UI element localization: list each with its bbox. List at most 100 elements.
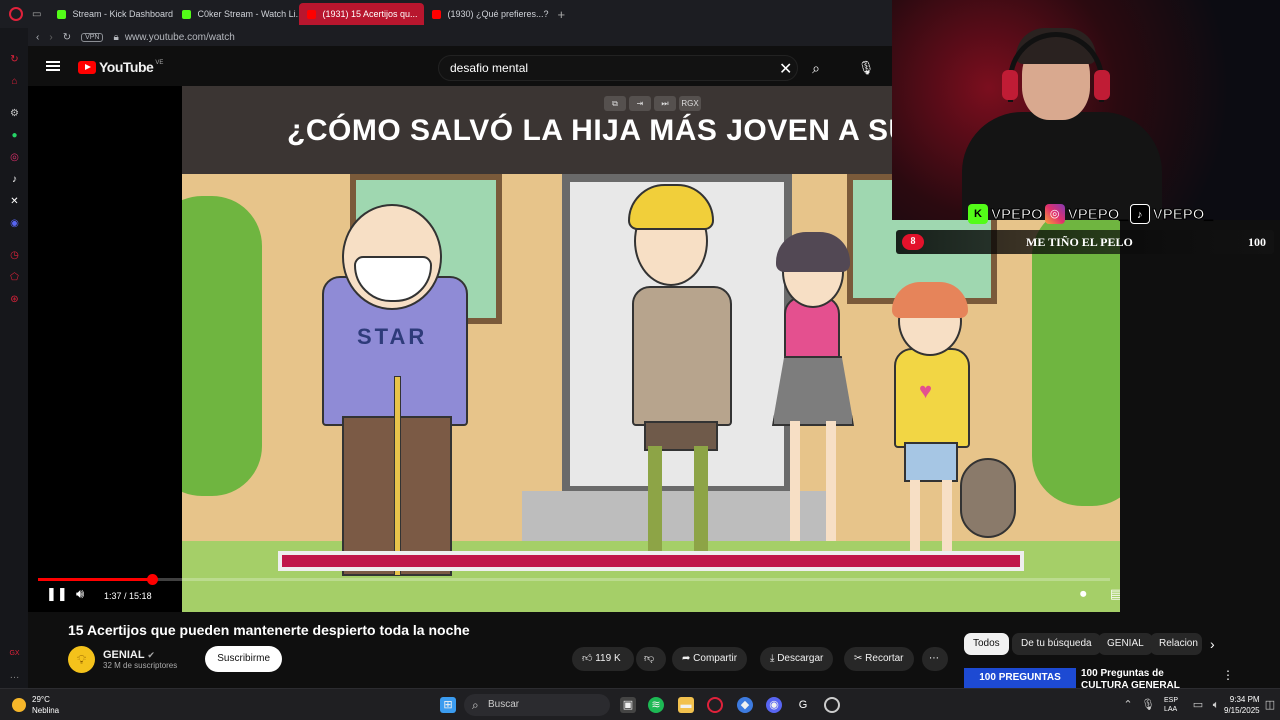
older-girl-hair xyxy=(776,232,850,272)
workspaces-icon[interactable]: ▭ xyxy=(32,9,41,20)
kick-favicon-icon xyxy=(57,9,67,19)
discord-icon[interactable]: ◉ xyxy=(9,218,20,229)
tray-chevron-up-icon[interactable]: ⌃ xyxy=(1120,697,1136,713)
obs-taskbar-icon[interactable] xyxy=(824,697,840,713)
pinboard-icon[interactable]: ⬠ xyxy=(9,272,20,283)
download-button[interactable]: ⤓ Descargar xyxy=(760,647,834,671)
settings-gear-icon[interactable]: ⚙ xyxy=(9,108,20,119)
history-clock-icon[interactable]: ◷ xyxy=(9,250,20,261)
windows-start-icon[interactable]: ⊞ xyxy=(440,697,456,713)
instagram-handle: ◎ VPEPO_ xyxy=(1044,204,1128,224)
goal-label: ME TIÑO EL PELO xyxy=(1026,235,1133,249)
video-tools: ⧉ ⇥ ⏭ RGX xyxy=(604,96,704,111)
instagram-logo-icon: ◎ xyxy=(1044,204,1065,224)
search-button[interactable]: ⌕ xyxy=(800,55,832,81)
app-g-taskbar-icon[interactable]: G xyxy=(795,697,811,713)
channel-name[interactable]: GENIAL ✔ xyxy=(103,649,177,661)
skip-icon[interactable]: ⏭ xyxy=(654,96,676,111)
youtube-header: YouTube VE ✕ ⌕ 🎙︎ xyxy=(28,46,892,86)
recommendation-menu-icon[interactable]: ⋮ xyxy=(1222,668,1234,682)
youtube-favicon-icon xyxy=(307,9,317,19)
subtitles-icon[interactable]: ▤ xyxy=(1110,586,1120,602)
url-text[interactable]: www.youtube.com/watch xyxy=(125,32,235,43)
tab-kick-dashboard[interactable]: Stream - Kick Dashboard xyxy=(49,3,174,25)
chip-genial[interactable]: GENIAL xyxy=(1098,633,1153,655)
vpn-badge[interactable]: VPN xyxy=(81,32,104,42)
autoplay-toggle-icon[interactable]: ⏺ xyxy=(1080,586,1087,602)
scissors-icon: ✂ xyxy=(854,653,863,664)
reload-icon[interactable]: ↻ xyxy=(63,32,71,43)
channel-avatar[interactable]: 💡︎ xyxy=(68,645,95,673)
dislike-button[interactable]: 👎︎ xyxy=(636,647,666,671)
gx-corner-icon[interactable]: ⌂ xyxy=(9,76,20,87)
more-actions-button[interactable]: ⋯ xyxy=(922,647,948,671)
aria-icon[interactable]: ↻ xyxy=(9,54,20,65)
pause-icon[interactable]: ❚❚ xyxy=(46,586,68,602)
more-dots-icon[interactable]: … xyxy=(9,670,20,681)
headset-ear-right xyxy=(1094,70,1110,100)
forward-arrow-icon[interactable]: › xyxy=(49,32,52,43)
instagram-icon[interactable]: ◎ xyxy=(9,152,20,163)
microphone-tray-icon[interactable]: 🎙︎ xyxy=(1140,697,1156,713)
youtube-logo[interactable]: YouTube VE xyxy=(78,59,163,75)
scene-tree-left xyxy=(182,196,262,496)
whatsapp-icon[interactable]: ● xyxy=(9,130,20,141)
goal-current-count: 8 xyxy=(902,234,924,250)
gx-menu-icon[interactable]: GX xyxy=(9,648,20,659)
social-handles-overlay: K VPEPO ◎ VPEPO_ ♪ VPEPO_ xyxy=(968,204,1215,224)
tab-acertijos-video[interactable]: (1931) 15 Acertijos qu... xyxy=(299,3,425,25)
cane xyxy=(394,376,401,576)
like-button[interactable]: 👍︎ 119 K xyxy=(572,647,634,671)
chip-de-tu-busqueda[interactable]: De tu búsqueda xyxy=(1012,633,1101,655)
search-input[interactable] xyxy=(450,61,750,75)
clip-button[interactable]: ✂ Recortar xyxy=(844,647,914,671)
video-progress-bar[interactable] xyxy=(38,574,1110,585)
opera-gx-taskbar-icon[interactable] xyxy=(707,697,723,713)
volume-icon[interactable]: 🔊︎ xyxy=(76,586,84,602)
taskbar-clock[interactable]: 9:34 PM 9/15/2025 xyxy=(1224,694,1260,716)
video-red-bar xyxy=(278,551,1024,571)
speaker-tray-icon[interactable]: 🔈︎ xyxy=(1208,697,1224,713)
search-box: ✕ xyxy=(438,55,798,81)
opera-logo-icon[interactable] xyxy=(9,7,23,21)
voice-search-mic-icon[interactable]: 🎙︎ xyxy=(854,56,878,80)
tab-que-prefieres-video[interactable]: (1930) ¿Qué prefieres...? xyxy=(424,3,549,25)
share-button[interactable]: ➦ Compartir xyxy=(672,647,748,671)
rgx-label[interactable]: RGX xyxy=(679,96,701,111)
file-explorer-icon[interactable]: ▬ xyxy=(678,697,694,713)
app-taskbar-icon[interactable]: ◆ xyxy=(737,697,753,713)
keyboard-language[interactable]: ESP LAA xyxy=(1164,696,1178,714)
notification-icon[interactable]: ◫ xyxy=(1262,697,1278,713)
back-arrow-icon[interactable]: ‹ xyxy=(36,32,39,43)
new-tab-plus-icon[interactable]: + xyxy=(557,7,565,22)
chip-relacionados[interactable]: Relacion xyxy=(1150,633,1202,655)
extensions-icon[interactable]: ⊛ xyxy=(9,294,20,305)
tiktok-logo-icon: ♪ xyxy=(1129,204,1150,224)
weather-sun-icon xyxy=(12,698,26,712)
clear-search-icon[interactable]: ✕ xyxy=(779,59,792,79)
hamburger-menu-icon[interactable] xyxy=(46,61,60,71)
chips-next-chevron-icon[interactable]: › xyxy=(1210,636,1215,652)
younger-girl-hair xyxy=(892,282,968,318)
address-bar: ‹ › ↻ VPN 🔒︎ www.youtube.com/watch xyxy=(28,28,892,46)
discord-taskbar-icon[interactable]: ◉ xyxy=(766,697,782,713)
spotify-icon[interactable]: ≋ xyxy=(648,697,664,713)
video-overlay-title: ¿CÓMO SALVÓ LA HIJA MÁS JOVEN A SU xyxy=(287,114,911,147)
network-icon[interactable]: ▭ xyxy=(1190,697,1206,713)
subscribe-button[interactable]: Suscribirme xyxy=(205,646,283,672)
popout-icon[interactable]: ⧉ xyxy=(604,96,626,111)
chip-todos[interactable]: Todos xyxy=(964,633,1009,655)
taskbar-search[interactable]: Buscar xyxy=(464,694,610,716)
channel-row: 💡︎ GENIAL ✔ 32 M de suscriptores Suscrib… xyxy=(68,644,283,674)
recommendation-thumbnail[interactable]: 100 PREGUNTAS xyxy=(964,668,1076,688)
snap-icon[interactable]: ⇥ xyxy=(629,96,651,111)
weather-widget[interactable]: 29°C Neblina xyxy=(12,694,59,716)
scrubber-knob[interactable] xyxy=(146,574,158,585)
x-twitter-icon[interactable]: ✕ xyxy=(9,196,20,207)
tiktok-icon[interactable]: ♪ xyxy=(9,174,20,185)
task-view-icon[interactable]: ▣ xyxy=(620,697,636,713)
youtube-favicon-icon xyxy=(432,9,442,19)
scene-steps xyxy=(522,491,832,546)
heart-icon: ♥ xyxy=(919,378,933,403)
tab-c0ker-stream[interactable]: C0ker Stream - Watch Li... xyxy=(174,3,299,25)
